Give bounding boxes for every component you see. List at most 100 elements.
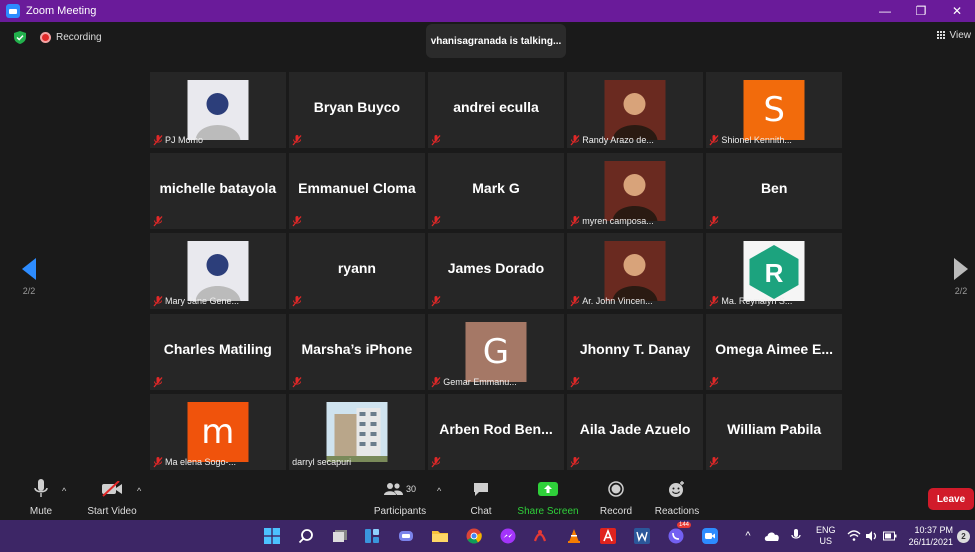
chat-label: Chat (470, 506, 492, 517)
mute-button[interactable]: Mute (22, 478, 60, 517)
participants-button[interactable]: 30 Participants (372, 478, 428, 517)
vlc-icon[interactable] (564, 526, 584, 546)
participant-tile[interactable]: S Shionel Kennith... (706, 72, 842, 148)
wifi-icon[interactable] (844, 526, 864, 546)
participant-name-label: myren camposa... (582, 215, 654, 226)
participant-tile[interactable]: Ben (706, 152, 842, 229)
participant-count: 30 (405, 484, 416, 494)
reactions-label: Reactions (654, 506, 700, 517)
system-clock[interactable]: 10:37 PM 26/11/2021 (905, 524, 953, 548)
reactions-button[interactable]: Reactions (655, 478, 699, 517)
record-icon (608, 478, 624, 500)
participant-tile[interactable]: PJ Momo (150, 72, 286, 148)
record-button[interactable]: Record (598, 478, 634, 517)
participant-tile[interactable]: michelle batayola (150, 152, 286, 229)
microphone-tray-icon[interactable] (786, 526, 806, 546)
participant-tile[interactable]: Emmanuel Cloma (289, 152, 425, 229)
chat-button[interactable]: Chat (466, 478, 496, 517)
teams-chat-icon[interactable] (396, 526, 416, 546)
battery-icon[interactable] (880, 526, 900, 546)
participant-tile[interactable]: darryl secapuri (289, 394, 425, 470)
participant-tile[interactable]: andrei eculla (428, 72, 564, 148)
reactions-icon (668, 478, 686, 500)
maximize-button[interactable]: ❐ (903, 0, 939, 22)
minimize-button[interactable]: — (867, 0, 903, 22)
participant-tile[interactable]: Bryan Buyco (289, 72, 425, 148)
windows-start-icon[interactable] (262, 526, 282, 546)
recording-label[interactable]: Recording (56, 32, 102, 43)
muted-mic-icon (570, 375, 580, 387)
language-label: ENG (816, 525, 836, 535)
widgets-icon[interactable] (362, 526, 382, 546)
leave-button[interactable]: Leave (928, 488, 974, 510)
participant-name-label: PJ Momo (165, 135, 204, 145)
share-screen-button[interactable]: Share Screen (517, 478, 579, 517)
close-button[interactable]: ✕ (939, 0, 975, 22)
participant-tile[interactable]: Mark G (428, 152, 564, 229)
notification-center-badge[interactable]: 2 (957, 530, 970, 543)
file-explorer-icon[interactable] (430, 526, 450, 546)
participant-tile[interactable]: Marsha’s iPhone (289, 313, 425, 390)
participants-options-caret[interactable]: ^ (437, 486, 441, 496)
language-indicator[interactable]: ENG US (816, 520, 836, 552)
messenger-icon[interactable] (498, 526, 518, 546)
participant-tile[interactable]: Aila Jade Azuelo (567, 394, 703, 470)
chrome-icon[interactable] (464, 526, 484, 546)
active-speaker-banner: vhanisagranada is talking... (426, 24, 566, 58)
participant-display-name: Marsha’s iPhone (301, 340, 413, 357)
participant-name-label: Ma. Reynalyn S... (721, 296, 793, 306)
participant-tile[interactable]: Omega Aimee E... (706, 313, 842, 390)
participant-tile[interactable]: G Gemar Emmanu... (428, 313, 564, 390)
volume-icon[interactable] (862, 526, 882, 546)
audio-options-caret[interactable]: ^ (62, 486, 66, 496)
participant-name-label: Ar. John Vincen... (582, 296, 653, 306)
shield-icon[interactable] (14, 31, 26, 44)
participant-tile[interactable]: myren camposa... (567, 152, 703, 229)
participant-tile[interactable]: ryann (289, 233, 425, 309)
window-title: Zoom Meeting (26, 5, 97, 17)
participant-avatar: R (743, 241, 805, 301)
acrobat-icon[interactable] (598, 526, 618, 546)
pdf-reader-icon[interactable] (530, 526, 550, 546)
muted-mic-icon (570, 214, 580, 226)
task-view-icon[interactable] (330, 526, 350, 546)
search-icon[interactable] (296, 526, 316, 546)
muted-mic-icon (709, 133, 719, 146)
viber-icon[interactable]: 144 (666, 522, 692, 546)
zoom-taskbar-icon[interactable] (700, 526, 720, 546)
participant-display-name: Bryan Buyco (313, 99, 401, 115)
participant-tile[interactable]: James Dorado (428, 233, 564, 309)
muted-mic-icon (153, 294, 163, 307)
muted-mic-icon (292, 214, 302, 226)
participant-tile[interactable]: Ar. John Vincen... (567, 233, 703, 309)
word-icon[interactable] (632, 526, 652, 546)
onedrive-cloud-icon[interactable] (762, 526, 782, 546)
video-options-caret[interactable]: ^ (137, 486, 141, 496)
participant-tile[interactable]: m Ma elena Sogo-... (150, 394, 286, 470)
mute-label: Mute (29, 506, 53, 517)
participant-avatar (326, 402, 388, 462)
participant-tile[interactable]: Mary Jane Gene... (150, 233, 286, 309)
microphone-icon (34, 478, 48, 500)
participant-tile[interactable]: R Ma. Reynalyn S... (706, 233, 842, 309)
participant-tile[interactable]: William Pabila (706, 394, 842, 470)
messenger-badge: 144 (677, 522, 692, 528)
page-indicator-left: 2/2 (22, 286, 36, 296)
view-button[interactable]: View (936, 30, 971, 41)
window-controls: — ❐ ✕ (867, 0, 975, 22)
start-video-button[interactable]: Start Video (86, 478, 138, 517)
muted-mic-icon (153, 133, 163, 146)
next-page-button[interactable]: 2/2 (948, 258, 974, 296)
participant-tile[interactable]: Arben Rod Ben... (428, 394, 564, 470)
participant-tile[interactable]: Charles Matiling (150, 313, 286, 390)
participant-tile[interactable]: Randy Arazo de... (567, 72, 703, 148)
show-hidden-icons-chevron-icon[interactable]: ^ (738, 526, 758, 546)
participant-display-name: Charles Matiling (163, 340, 272, 357)
previous-page-button[interactable]: 2/2 (18, 258, 40, 296)
muted-mic-icon (431, 375, 441, 387)
muted-mic-icon (153, 375, 163, 387)
participant-display-name: Emmanuel Cloma (298, 179, 416, 196)
participant-tile[interactable]: Jhonny T. Danay (567, 313, 703, 390)
participant-display-name: Mark G (472, 179, 520, 196)
muted-mic-icon (292, 294, 302, 307)
